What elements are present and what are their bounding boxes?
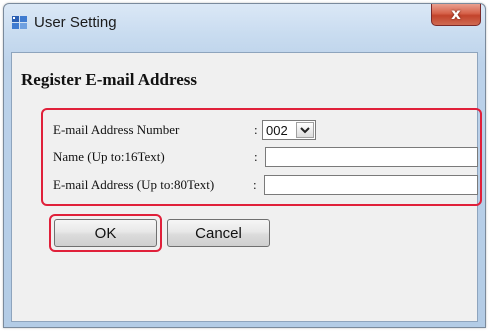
address-number-label: E-mail Address Number: [53, 122, 180, 137]
window-title: User Setting: [34, 14, 117, 31]
address-number-colon: :: [254, 122, 258, 137]
form-highlight-box: E-mail Address Number : 002 Name (Up to:…: [41, 108, 482, 206]
name-label: Name (Up to:16Text): [53, 149, 165, 164]
dialog-body: Register E-mail Address E-mail Address N…: [11, 52, 482, 322]
user-setting-app-icon: [12, 15, 28, 31]
ok-button[interactable]: OK: [54, 219, 157, 247]
close-button[interactable]: x: [431, 4, 481, 26]
title-bar[interactable]: User Setting x: [4, 4, 485, 44]
cancel-button[interactable]: Cancel: [167, 219, 270, 247]
chevron-down-icon[interactable]: [296, 122, 314, 138]
address-number-row: E-mail Address Number : 002: [53, 119, 478, 141]
email-row: E-mail Address (Up to:80Text) :: [53, 174, 478, 196]
address-number-select[interactable]: 002: [262, 120, 316, 140]
name-colon: :: [254, 149, 258, 164]
email-input[interactable]: [264, 175, 478, 195]
email-label: E-mail Address (Up to:80Text): [53, 177, 215, 192]
name-input[interactable]: [265, 147, 478, 167]
email-colon: :: [253, 177, 257, 192]
close-icon: x: [451, 5, 461, 23]
dialog-heading: Register E-mail Address: [21, 70, 197, 89]
address-number-value: 002: [266, 123, 288, 138]
user-setting-window: User Setting x Register E-mail Address E…: [3, 3, 486, 328]
name-row: Name (Up to:16Text) :: [53, 146, 478, 168]
